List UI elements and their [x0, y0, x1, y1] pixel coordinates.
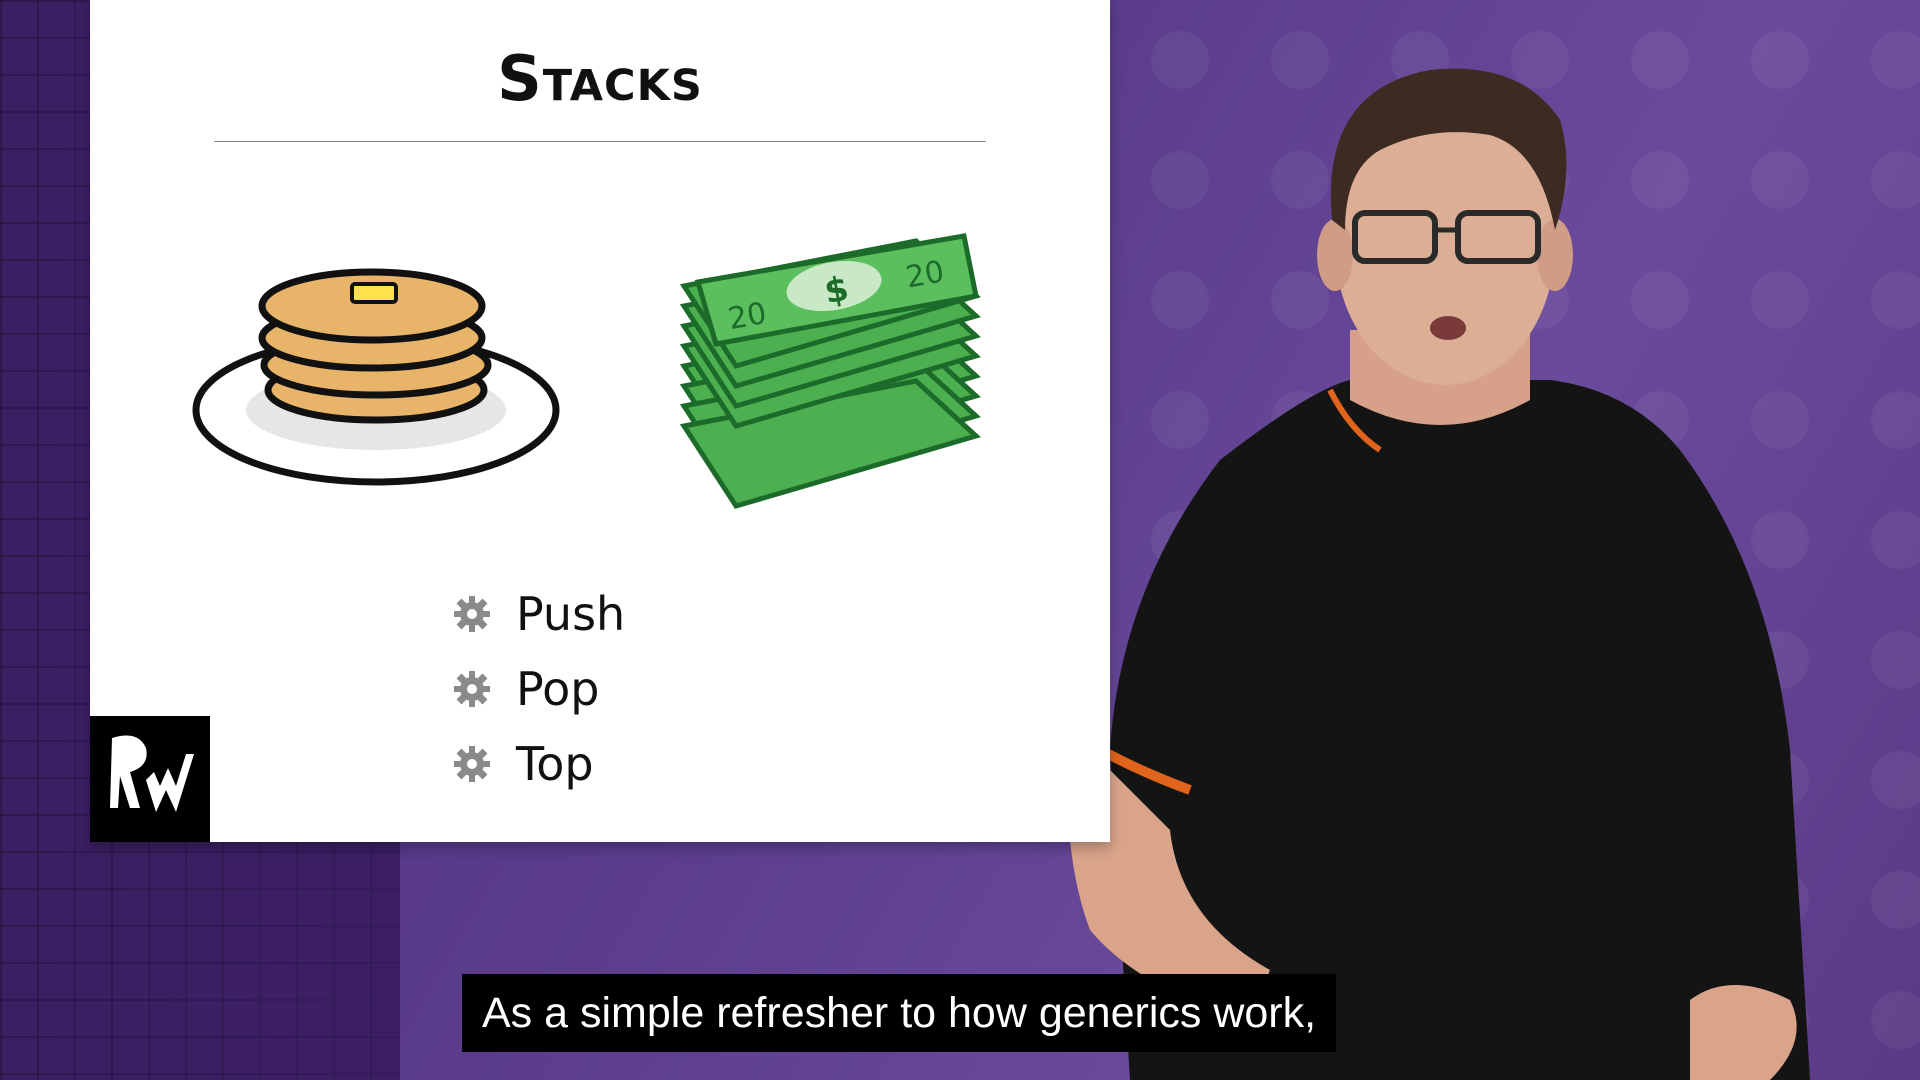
bullet-label: Pop — [516, 661, 600, 716]
list-item: Top — [452, 726, 625, 801]
rw-logo — [90, 716, 210, 842]
money-stack-illustration: $ 20 20 — [679, 233, 981, 509]
bullet-label: Push — [516, 586, 626, 641]
gear-icon — [452, 594, 492, 634]
money-denomination-left: 20 — [726, 296, 770, 337]
title-divider — [214, 141, 986, 142]
presenter-video — [1067, 68, 1810, 1080]
slide-title: Stacks — [497, 42, 703, 115]
bullet-label: Top — [516, 736, 594, 791]
gear-icon — [452, 744, 492, 784]
subtitle-caption: As a simple refresher to how generics wo… — [462, 974, 1337, 1052]
bullet-list: Push Pop Top — [452, 576, 625, 801]
pancake-stack-illustration — [192, 268, 560, 486]
list-item: Pop — [452, 651, 625, 726]
gear-icon — [452, 669, 492, 709]
list-item: Push — [452, 576, 625, 651]
presentation-slide: Stacks $ 20 20 Push Pop Top — [90, 0, 1110, 842]
money-denomination-right: 20 — [903, 254, 947, 295]
